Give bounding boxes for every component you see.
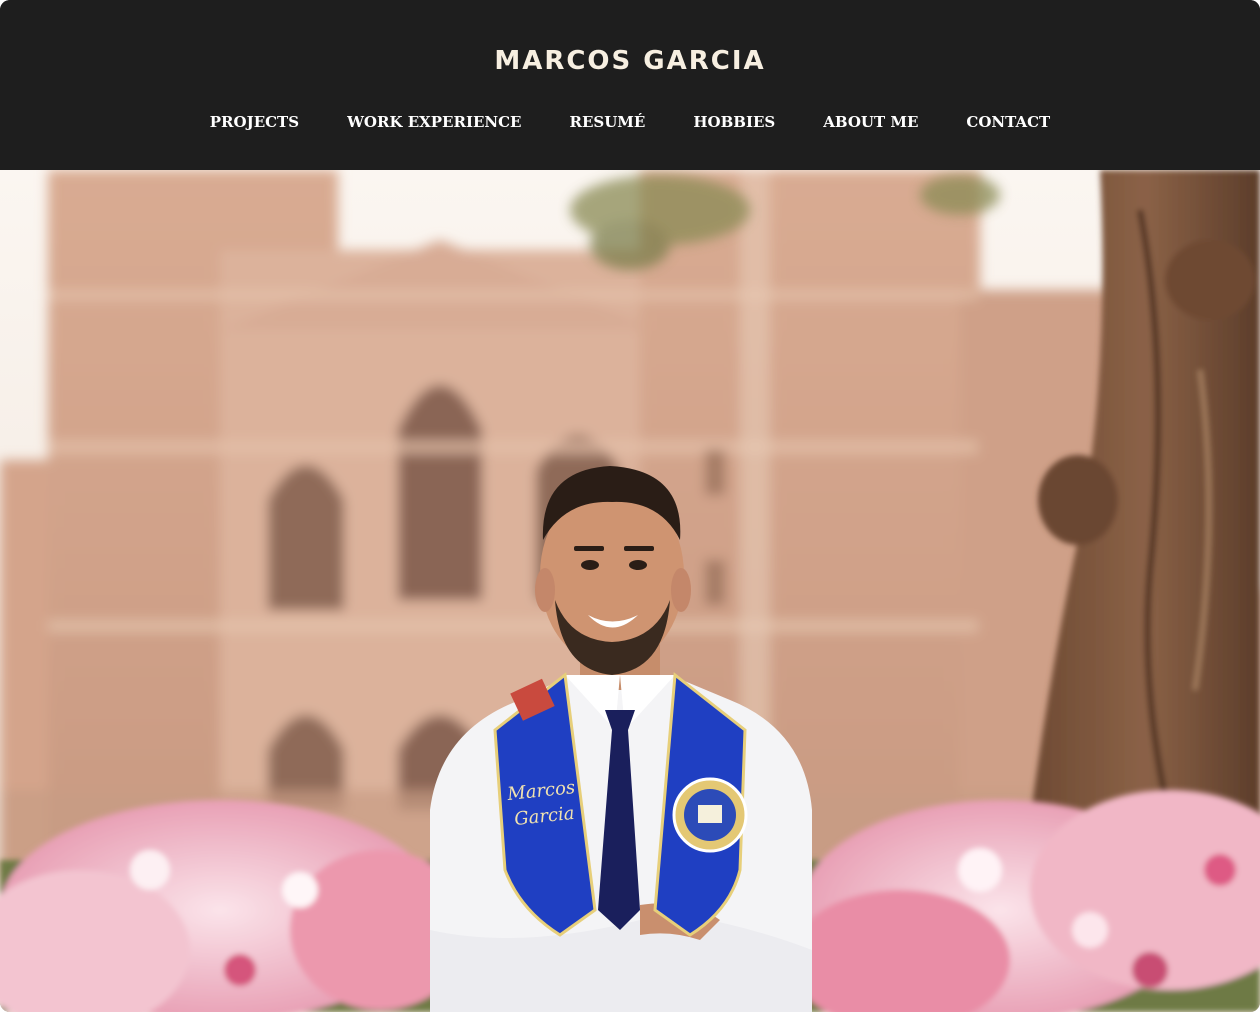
page-frame: MARCOS GARCIA PROJECTS WORK EXPERIENCE R…: [0, 0, 1260, 1012]
nav-link-about-me[interactable]: ABOUT ME: [823, 113, 918, 131]
main-nav: PROJECTS WORK EXPERIENCE RESUMÉ HOBBIES …: [0, 113, 1260, 131]
site-title[interactable]: MARCOS GARCIA: [0, 46, 1260, 76]
hero-photo: Marcos Garcia: [0, 170, 1260, 1012]
nav-link-work-experience[interactable]: WORK EXPERIENCE: [347, 113, 521, 131]
nav-link-hobbies[interactable]: HOBBIES: [693, 113, 775, 131]
nav-link-contact[interactable]: CONTACT: [966, 113, 1050, 131]
hero-photo-illustration: Marcos Garcia: [0, 170, 1260, 1012]
site-header: MARCOS GARCIA PROJECTS WORK EXPERIENCE R…: [0, 0, 1260, 170]
nav-link-projects[interactable]: PROJECTS: [210, 113, 299, 131]
nav-link-resume[interactable]: RESUMÉ: [569, 113, 645, 131]
